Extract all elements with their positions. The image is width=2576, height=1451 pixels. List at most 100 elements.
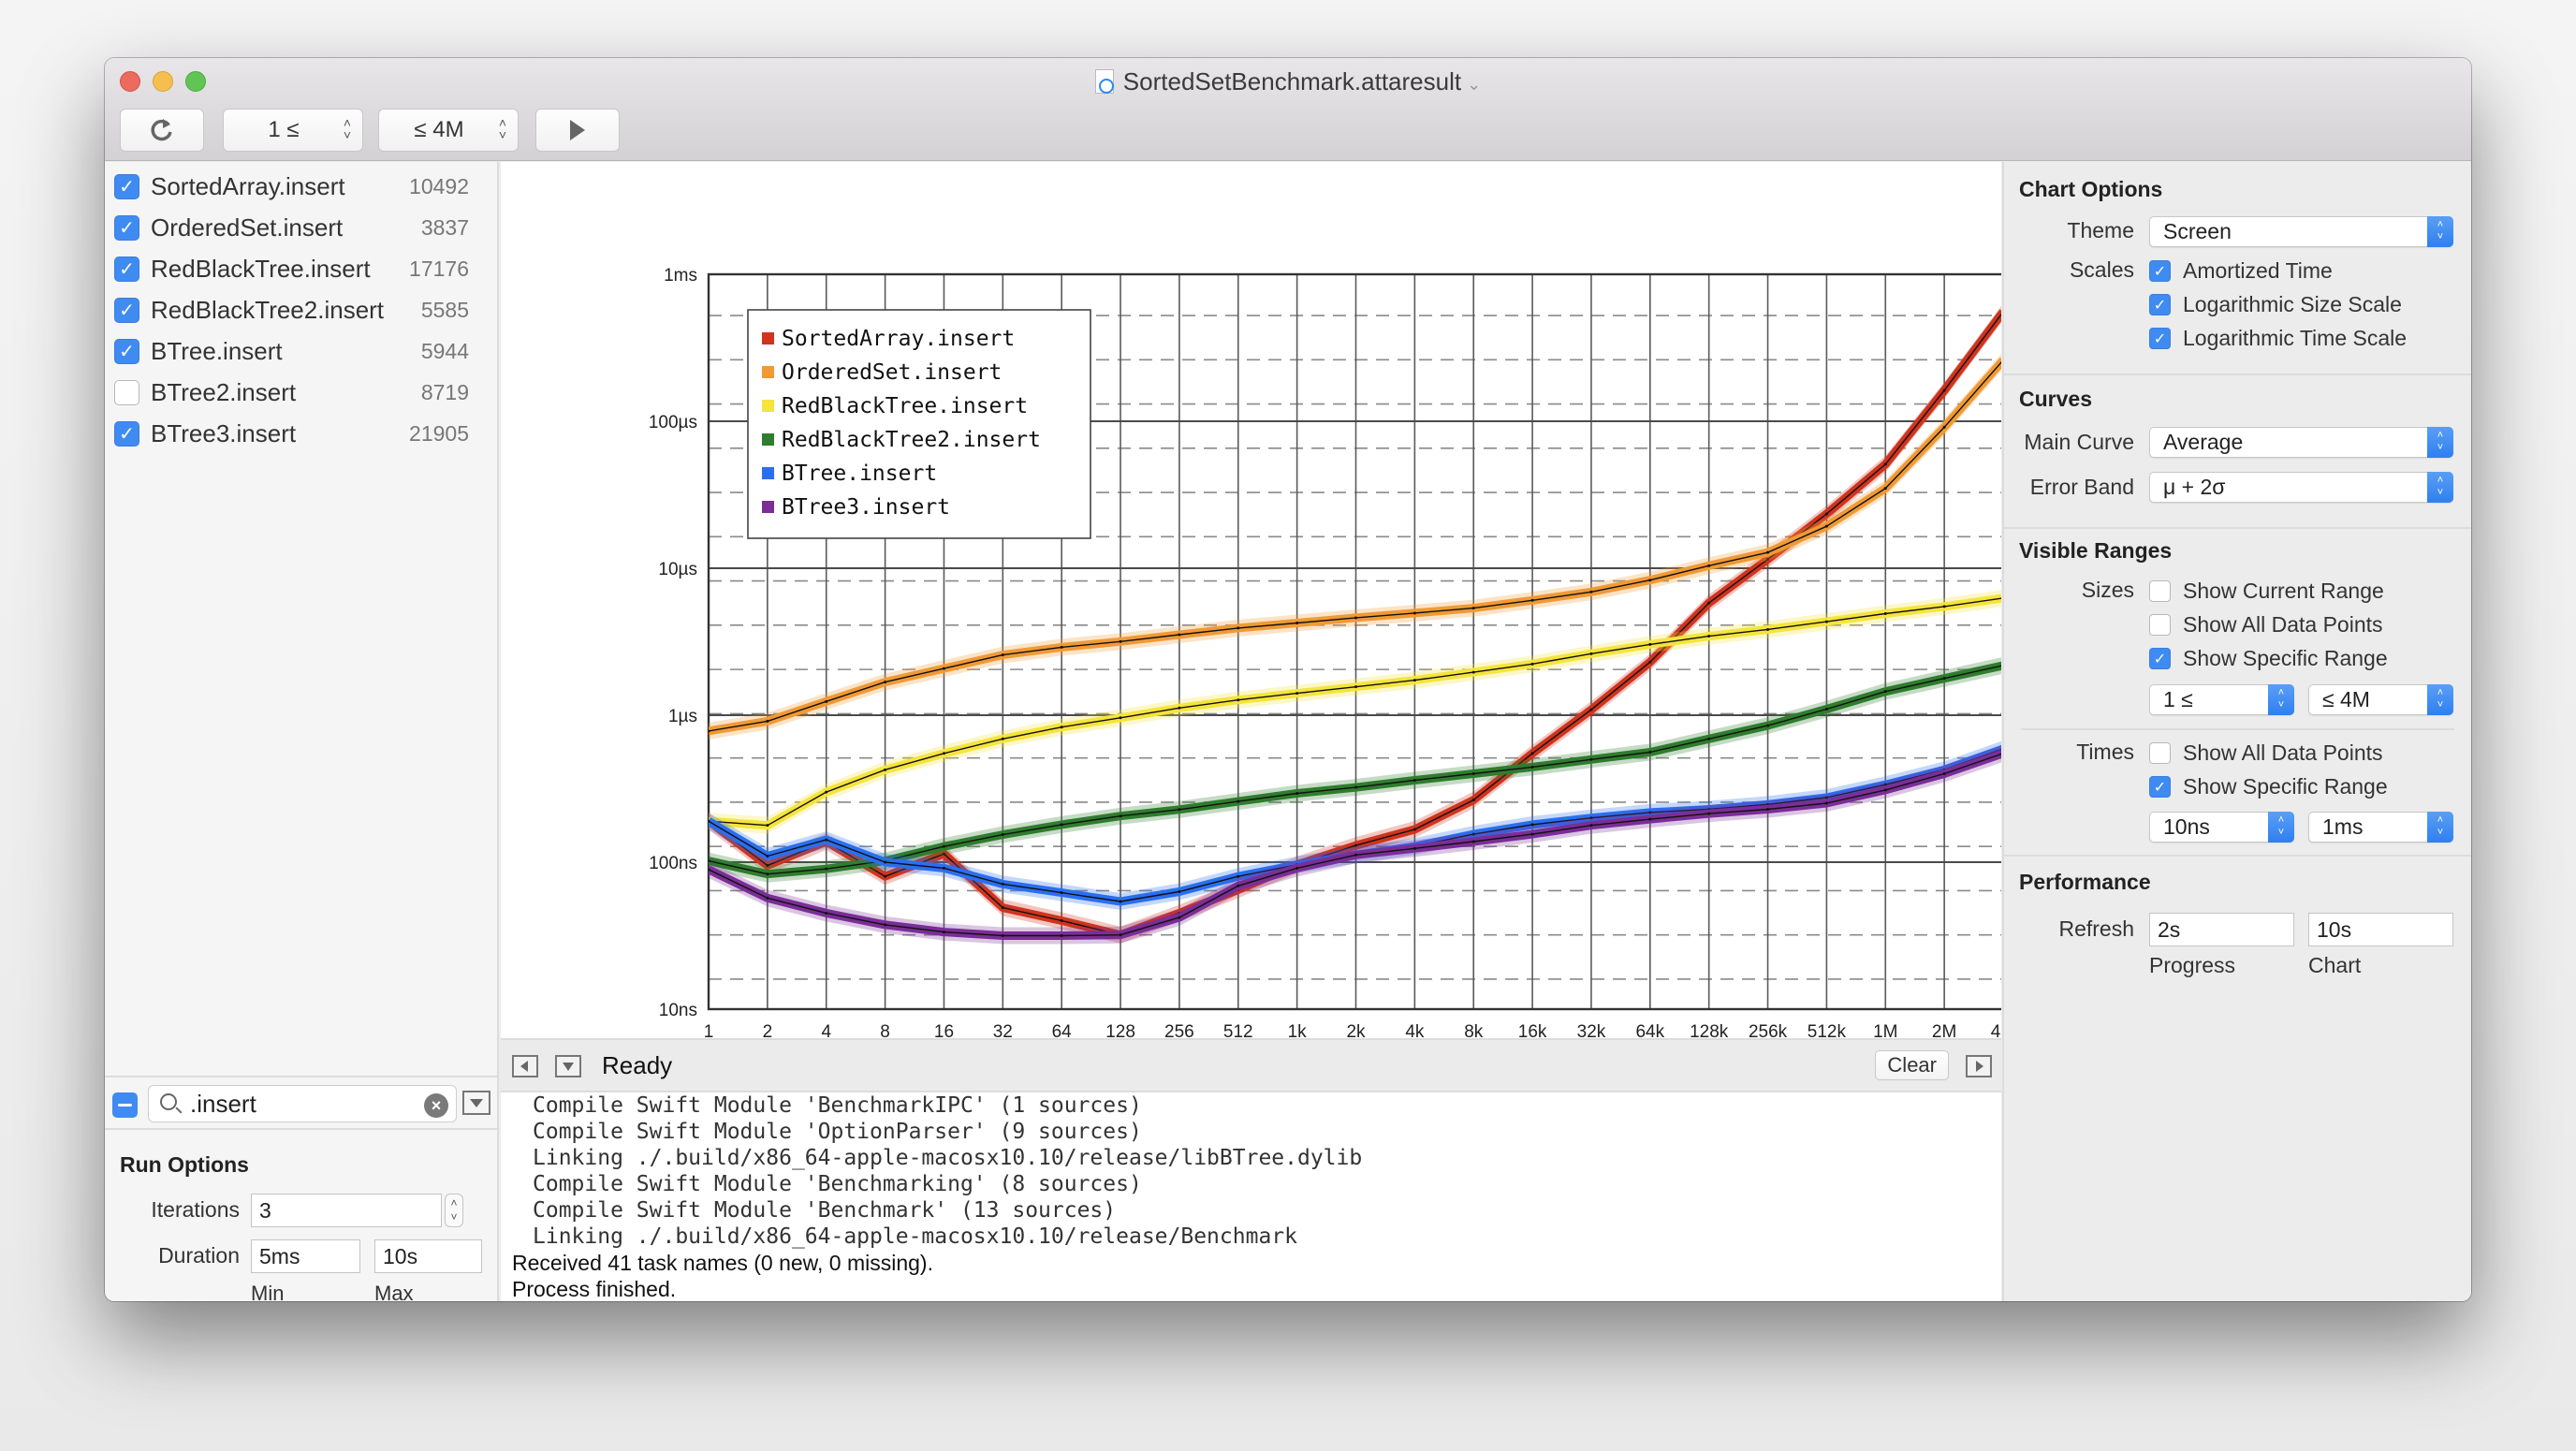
filter-dropdown-button[interactable] [462,1091,490,1115]
task-row[interactable]: ✓ OrderedSet.insert 3837 [105,207,497,248]
data-point [1471,840,1475,843]
option-show-all-data-points[interactable]: Show All Data Points [2149,612,2383,638]
data-point [766,872,769,876]
data-point [1589,824,1593,828]
performance-title: Performance [2019,870,2151,894]
toggle-inspector-button[interactable] [1966,1055,1992,1077]
data-point [1001,653,1004,657]
option-show-all-data-points[interactable]: Show All Data Points [2149,740,2383,766]
task-search-input[interactable] [190,1090,405,1118]
chart-options-title: Chart Options [2019,177,2163,201]
main-curve-value: Average [2163,430,2244,454]
visible-size-min-select[interactable]: 1 ≤ ˄ ˅ [2149,684,2294,715]
task-checkbox[interactable]: ✓ [114,297,139,323]
visible-size-max-select[interactable]: ≤ 4M ˄ ˅ [2308,684,2453,715]
task-row[interactable]: BTree2.insert 8719 [105,372,497,413]
data-point [1119,933,1122,937]
collapse-sidebar-button[interactable] [512,1055,538,1077]
y-tick-label-left: 100µs [649,413,697,432]
duration-max-field[interactable]: 10s [374,1239,482,1273]
task-row[interactable]: ✓ RedBlackTree.insert 17176 [105,248,497,289]
stepper-arrows-icon[interactable]: ˄ ˅ [499,116,506,141]
y-tick-label-left: 100ns [649,854,697,873]
x-tick-label: 1 [704,1022,714,1038]
task-checkbox[interactable] [114,379,139,405]
build-log-line: Linking ./.build/x86_64-apple-macosx10.1… [533,1224,1297,1249]
visible-time-max-select[interactable]: 1ms ˄ ˅ [2308,812,2453,843]
theme-select[interactable]: Screen ˄ ˅ [2149,216,2453,247]
visible-time-min-select[interactable]: 10ns ˄ ˅ [2149,812,2294,843]
clear-console-button[interactable]: Clear [1875,1050,1949,1080]
main-curve-select[interactable]: Average ˄ ˅ [2149,427,2453,458]
task-row[interactable]: ✓ BTree3.insert 21905 [105,413,497,454]
duration-max-label: Max [374,1282,414,1301]
data-point [1883,612,1887,616]
option-checkbox[interactable]: ✓ [2149,260,2171,282]
console-output[interactable]: Compile Swift Module 'BenchmarkIPC' (1 s… [501,1092,2001,1301]
data-point [1530,765,1534,769]
x-tick-label: 64k [1635,1022,1664,1038]
task-checkbox[interactable]: ✓ [114,214,139,241]
run-button[interactable] [535,109,620,152]
option-checkbox[interactable]: ✓ [2149,776,2171,798]
option-logarithmic-size-scale[interactable]: ✓ Logarithmic Size Scale [2149,292,2402,317]
option-logarithmic-time-scale[interactable]: ✓ Logarithmic Time Scale [2149,326,2407,351]
option-show-specific-range[interactable]: ✓ Show Specific Range [2149,774,2388,799]
task-row[interactable]: ✓ RedBlackTree2.insert 5585 [105,289,497,330]
option-checkbox[interactable]: ✓ [2149,294,2171,315]
iterations-field[interactable]: 3 [251,1194,442,1227]
data-point [825,867,828,871]
size-max-stepper[interactable]: ≤ 4M ˄ ˅ [378,109,519,152]
task-sample-count: 5944 [420,338,469,363]
data-point [1766,550,1770,554]
option-checkbox[interactable]: ✓ [2149,328,2171,349]
benchmark-chart: 10ns10ns100ns100ns1µs1µs10µs10µs100µs100… [649,266,2001,1038]
chart-label: Chart [2308,953,2362,977]
task-search-field[interactable]: × [148,1085,457,1122]
window-title: SortedSetBenchmark.attaresult ⌄ [105,67,2471,96]
option-show-current-range[interactable]: Show Current Range [2149,579,2384,604]
chart-refresh-field[interactable]: 10s [2308,913,2453,946]
clear-search-icon[interactable]: × [424,1093,448,1118]
popup-arrows-icon: ˄ ˅ [2427,472,2453,503]
progress-refresh-field[interactable]: 2s [2149,913,2294,946]
option-amortized-time[interactable]: ✓ Amortized Time [2149,258,2333,284]
popup-arrows-icon: ˄ ˅ [2268,812,2294,843]
x-tick-label: 2k [1346,1022,1366,1038]
task-sample-count: 21905 [409,420,469,446]
task-checkbox[interactable]: ✓ [114,173,139,199]
data-point [1707,564,1711,567]
task-checkbox[interactable]: ✓ [114,420,139,447]
duration-min-field[interactable]: 5ms [251,1239,360,1273]
chevron-down-icon[interactable]: ⌄ [1467,75,1481,94]
option-checkbox[interactable] [2149,580,2171,602]
divider [2021,728,2454,730]
option-show-specific-range[interactable]: ✓ Show Specific Range [2149,646,2388,671]
iterations-stepper[interactable]: ˄ ˅ [445,1194,463,1227]
task-checkbox[interactable]: ✓ [114,256,139,282]
task-row[interactable]: ✓ SortedArray.insert 10492 [105,166,497,207]
toggle-all-tasks-button[interactable] [112,1092,138,1118]
option-checkbox[interactable] [2149,742,2171,764]
progress-label: Progress [2149,953,2236,977]
data-point [942,844,945,848]
toggle-console-button[interactable] [555,1055,581,1077]
task-name: RedBlackTree.insert [151,254,371,283]
data-point [1178,706,1181,710]
option-checkbox[interactable]: ✓ [2149,648,2171,669]
x-tick-label: 128k [1690,1022,1729,1038]
data-point [1178,916,1181,919]
error-band-select[interactable]: μ + 2σ ˄ ˅ [2149,472,2453,503]
option-label: Show All Data Points [2183,740,2383,765]
data-point [1707,601,1711,605]
stepper-arrows-icon[interactable]: ˄ ˅ [344,116,351,141]
data-point [1648,660,1652,664]
data-point [942,667,945,670]
option-checkbox[interactable] [2149,614,2171,636]
refresh-button[interactable] [120,109,204,152]
task-row[interactable]: ✓ BTree.insert 5944 [105,330,497,372]
legend-swatch [762,332,774,344]
size-min-stepper[interactable]: 1 ≤ ˄ ˅ [223,109,363,152]
task-checkbox[interactable]: ✓ [114,338,139,364]
data-point [1589,757,1593,761]
